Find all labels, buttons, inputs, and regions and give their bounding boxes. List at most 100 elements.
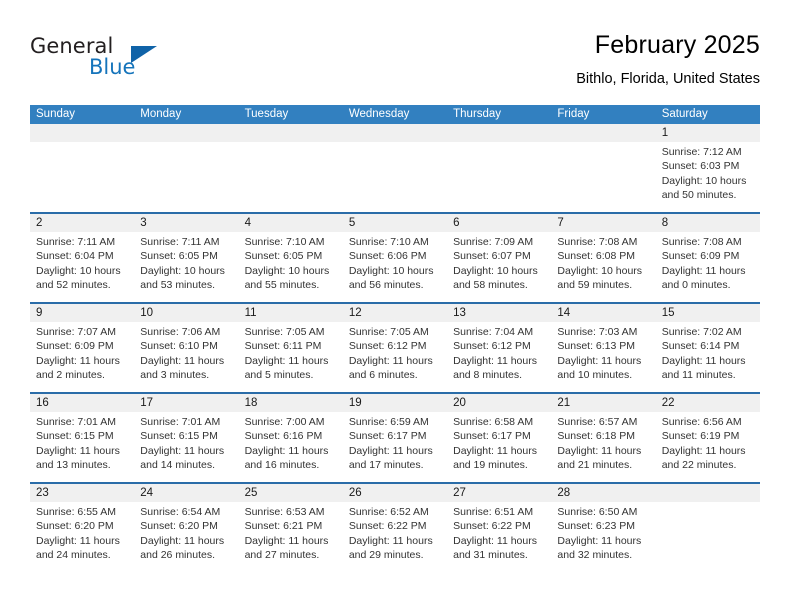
day-detail-line: and 26 minutes. — [140, 548, 215, 561]
day-cell-empty — [551, 142, 655, 212]
day-detail-line: and 5 minutes. — [244, 368, 314, 381]
week-detail-band: Sunrise: 7:07 AM Sunset: 6:09 PM Daylight:… — [30, 322, 760, 392]
day-cell-empty — [343, 142, 447, 212]
day-cell[interactable]: Sunrise: 7:04 AM Sunset: 6:12 PM Daylight:… — [447, 322, 551, 392]
day-detail-line: Sunset: 6:03 PM — [661, 160, 740, 173]
day-cell[interactable]: Sunrise: 7:09 AM Sunset: 6:07 PM Daylight:… — [447, 232, 551, 302]
day-number[interactable]: 10 — [134, 304, 238, 322]
day-cell[interactable]: Sunrise: 7:07 AM Sunset: 6:09 PM Daylight:… — [30, 322, 134, 392]
day-detail-line: Sunset: 6:09 PM — [36, 340, 114, 353]
day-detail-line: Sunset: 6:20 PM — [36, 520, 114, 533]
day-detail-line: Sunset: 6:05 PM — [244, 250, 323, 263]
day-cell[interactable]: Sunrise: 7:00 AM Sunset: 6:16 PM Daylight:… — [239, 412, 343, 482]
day-cell[interactable]: Sunrise: 7:02 AM Sunset: 6:14 PM Daylight:… — [656, 322, 760, 392]
day-detail-line: and 10 minutes. — [557, 368, 633, 381]
day-detail-line: Daylight: 11 hours — [557, 534, 642, 547]
day-detail-line: and 31 minutes. — [453, 548, 528, 561]
day-number-empty — [239, 124, 343, 142]
day-cell[interactable]: Sunrise: 7:05 AM Sunset: 6:11 PM Daylight:… — [239, 322, 343, 392]
day-number[interactable]: 24 — [134, 484, 238, 502]
day-cell[interactable]: Sunrise: 6:53 AM Sunset: 6:21 PM Daylight:… — [239, 502, 343, 572]
day-number[interactable]: 11 — [239, 304, 343, 322]
day-number[interactable]: 12 — [343, 304, 447, 322]
day-cell[interactable]: Sunrise: 7:03 AM Sunset: 6:13 PM Daylight:… — [551, 322, 655, 392]
day-detail-line: Sunset: 6:19 PM — [661, 430, 740, 443]
day-cell[interactable]: Sunrise: 6:56 AM Sunset: 6:19 PM Daylight:… — [656, 412, 760, 482]
day-number[interactable]: 8 — [656, 214, 760, 232]
week-daynumber-band: 1 — [30, 124, 760, 142]
day-detail-line: Sunset: 6:07 PM — [453, 250, 531, 263]
day-number-empty — [656, 484, 760, 502]
day-cell[interactable]: Sunrise: 6:52 AM Sunset: 6:22 PM Daylight:… — [343, 502, 447, 572]
day-number[interactable]: 14 — [551, 304, 655, 322]
day-cell[interactable]: Sunrise: 6:59 AM Sunset: 6:17 PM Daylight:… — [343, 412, 447, 482]
day-detail-line: Sunset: 6:04 PM — [36, 250, 114, 263]
day-number[interactable]: 21 — [551, 394, 655, 412]
day-detail-line: and 2 minutes. — [36, 368, 105, 381]
day-detail-line: Sunset: 6:23 PM — [557, 520, 636, 533]
day-cell[interactable]: Sunrise: 7:11 AM Sunset: 6:05 PM Daylight:… — [134, 232, 238, 302]
weekday-header-monday: Monday — [140, 108, 182, 120]
day-number[interactable]: 19 — [343, 394, 447, 412]
day-cell[interactable]: Sunrise: 7:01 AM Sunset: 6:15 PM Daylight:… — [134, 412, 238, 482]
day-number[interactable]: 18 — [239, 394, 343, 412]
day-detail-line: and 3 minutes. — [140, 368, 210, 381]
day-cell[interactable]: Sunrise: 6:51 AM Sunset: 6:22 PM Daylight:… — [447, 502, 551, 572]
day-detail-line: and 32 minutes. — [557, 548, 633, 561]
day-detail-line: Sunset: 6:17 PM — [348, 430, 427, 443]
day-detail-line: Sunrise: 6:56 AM — [661, 416, 742, 428]
week-daynumber-band: 9 10 11 12 13 14 15 — [30, 304, 760, 322]
day-detail-line: Sunrise: 6:59 AM — [348, 416, 429, 428]
calendar-page: General Blue February 2025 Bithlo, Flori… — [0, 0, 792, 612]
day-number[interactable]: 22 — [656, 394, 760, 412]
day-number[interactable]: 28 — [551, 484, 655, 502]
day-number[interactable]: 5 — [343, 214, 447, 232]
day-number[interactable]: 23 — [30, 484, 134, 502]
day-cell[interactable]: Sunrise: 7:12 AM Sunset: 6:03 PM Daylight:… — [656, 142, 760, 212]
day-detail-line: Daylight: 10 hours — [140, 264, 225, 277]
day-number[interactable]: 27 — [447, 484, 551, 502]
calendar-week-row: 23 24 25 26 27 28 Sunrise: 6:55 AM Sunset: 6:20… — [30, 482, 760, 572]
day-number[interactable]: 7 — [551, 214, 655, 232]
day-number[interactable]: 9 — [30, 304, 134, 322]
day-number[interactable]: 16 — [30, 394, 134, 412]
day-detail-line: Sunrise: 7:00 AM — [244, 416, 325, 428]
general-blue-logo[interactable]: General Blue — [30, 34, 210, 90]
day-cell[interactable]: Sunrise: 6:55 AM Sunset: 6:20 PM Daylight:… — [30, 502, 134, 572]
day-detail-line: and 8 minutes. — [453, 368, 523, 381]
day-number[interactable]: 6 — [447, 214, 551, 232]
day-detail-line: Sunrise: 6:58 AM — [453, 416, 534, 428]
day-cell[interactable]: Sunrise: 6:58 AM Sunset: 6:17 PM Daylight:… — [447, 412, 551, 482]
day-number[interactable]: 20 — [447, 394, 551, 412]
day-detail-line: Sunset: 6:21 PM — [244, 520, 323, 533]
day-number[interactable]: 1 — [656, 124, 760, 142]
day-number[interactable]: 15 — [656, 304, 760, 322]
day-number[interactable]: 25 — [239, 484, 343, 502]
day-number[interactable]: 4 — [239, 214, 343, 232]
week-detail-band: Sunrise: 7:12 AM Sunset: 6:03 PM Daylight:… — [30, 142, 760, 212]
day-detail-line: Daylight: 11 hours — [557, 444, 642, 457]
day-cell[interactable]: Sunrise: 7:10 AM Sunset: 6:05 PM Daylight:… — [239, 232, 343, 302]
day-detail-line: Daylight: 11 hours — [557, 354, 642, 367]
day-cell[interactable]: Sunrise: 7:11 AM Sunset: 6:04 PM Daylight:… — [30, 232, 134, 302]
day-detail-line: Sunrise: 7:06 AM — [140, 326, 221, 338]
day-detail-line: Sunset: 6:22 PM — [453, 520, 531, 533]
weekday-header-friday: Friday — [557, 108, 590, 120]
day-cell[interactable]: Sunrise: 7:08 AM Sunset: 6:09 PM Daylight:… — [656, 232, 760, 302]
day-cell[interactable]: Sunrise: 7:05 AM Sunset: 6:12 PM Daylight:… — [343, 322, 447, 392]
day-number[interactable]: 26 — [343, 484, 447, 502]
calendar-week-row: 9 10 11 12 13 14 15 Sunrise: 7:07 AM Sunset: 6:0… — [30, 302, 760, 392]
day-cell[interactable]: Sunrise: 6:57 AM Sunset: 6:18 PM Daylight:… — [551, 412, 655, 482]
day-cell[interactable]: Sunrise: 7:08 AM Sunset: 6:08 PM Daylight:… — [551, 232, 655, 302]
day-number[interactable]: 2 — [30, 214, 134, 232]
day-number[interactable]: 13 — [447, 304, 551, 322]
day-cell[interactable]: Sunrise: 7:10 AM Sunset: 6:06 PM Daylight:… — [343, 232, 447, 302]
day-detail-line: Sunrise: 6:55 AM — [36, 506, 116, 518]
day-detail-line: Daylight: 10 hours — [557, 264, 643, 277]
day-cell[interactable]: Sunrise: 6:50 AM Sunset: 6:23 PM Daylight:… — [551, 502, 655, 572]
day-number[interactable]: 17 — [134, 394, 238, 412]
day-cell[interactable]: Sunrise: 6:54 AM Sunset: 6:20 PM Daylight:… — [134, 502, 238, 572]
day-cell[interactable]: Sunrise: 7:06 AM Sunset: 6:10 PM Daylight:… — [134, 322, 238, 392]
day-number[interactable]: 3 — [134, 214, 238, 232]
day-cell[interactable]: Sunrise: 7:01 AM Sunset: 6:15 PM Daylight:… — [30, 412, 134, 482]
